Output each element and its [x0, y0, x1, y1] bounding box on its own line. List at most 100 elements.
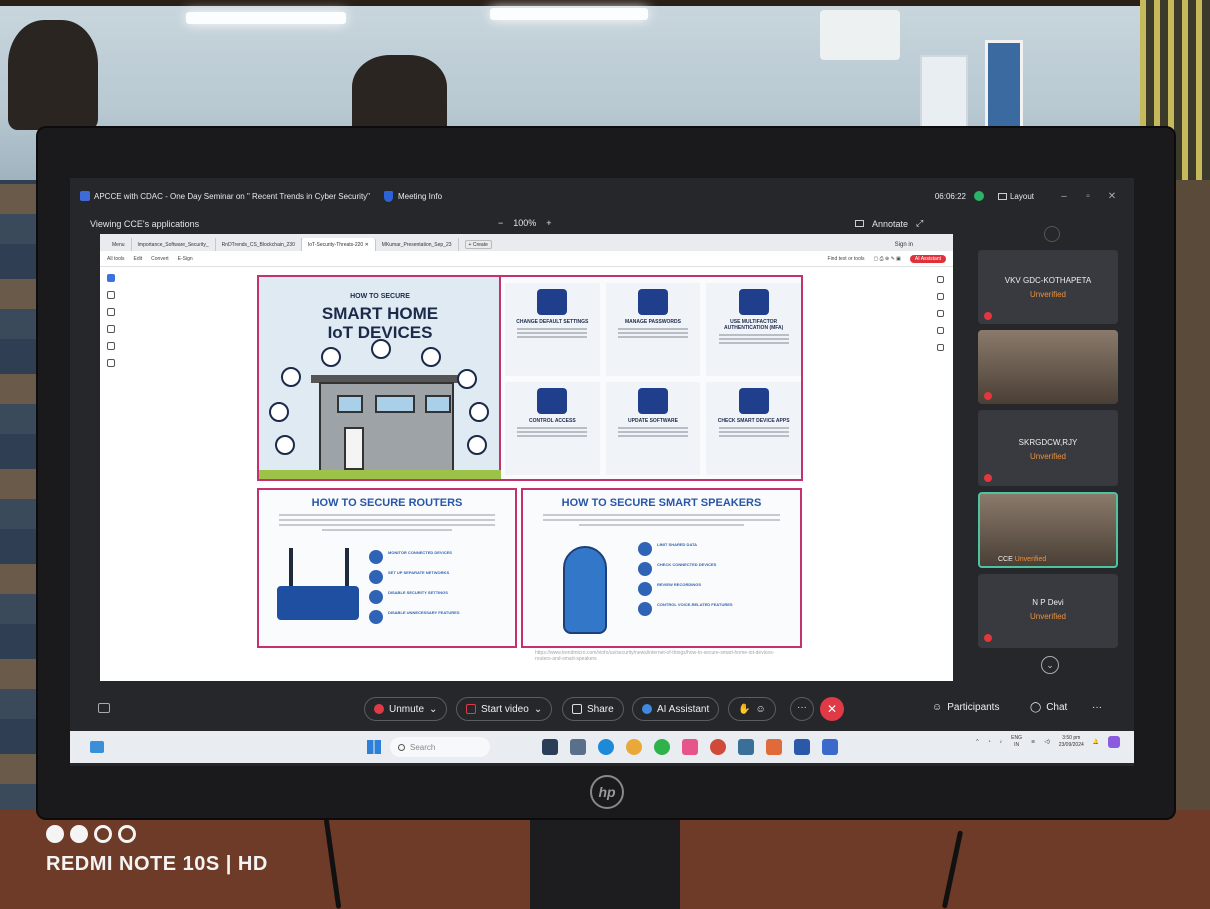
- comment-panel-icon[interactable]: [937, 293, 944, 300]
- convert-menu[interactable]: Convert: [151, 256, 169, 262]
- volume-icon[interactable]: ◁): [1044, 739, 1050, 745]
- expand-icon[interactable]: ⤢: [916, 218, 923, 229]
- taskview-icon[interactable]: [570, 739, 586, 755]
- routers-panel: HOW TO SECURE ROUTERS MONITOR CONNECTED …: [257, 488, 517, 648]
- panel-more-button[interactable]: ···: [1092, 702, 1102, 713]
- tab-menu[interactable]: Menu: [106, 238, 132, 251]
- taskbar-search[interactable]: Search: [390, 737, 490, 757]
- list-item-label: LIMIT SHARED DATA: [657, 542, 698, 547]
- zoom-out-button[interactable]: −: [498, 218, 503, 228]
- tab-label: RnDTrends_CS_Blockchain_230: [221, 241, 295, 248]
- edge-browser-icon[interactable]: [598, 739, 614, 755]
- notes-icon[interactable]: [822, 739, 838, 755]
- participant-tile[interactable]: N P Devi Unverified: [978, 574, 1118, 648]
- meeting-timer: 06:06:22: [934, 191, 966, 201]
- network-tray-icon[interactable]: ◔: [988, 739, 991, 745]
- camera-watermark: REDMI NOTE 10S | HD: [46, 825, 268, 876]
- tab-iot-security[interactable]: IoT-Security-Threats-220 ✕: [301, 238, 376, 251]
- tray-overflow-icon[interactable]: ^: [976, 739, 978, 745]
- photos-icon[interactable]: [738, 739, 754, 755]
- clock[interactable]: 3:50 pm 23/09/2024: [1059, 735, 1084, 749]
- region-label: IN: [1014, 742, 1020, 748]
- person-in-background: [352, 55, 447, 135]
- layers-icon[interactable]: [937, 344, 944, 351]
- smart-device-icon: [321, 347, 341, 367]
- meeting-info-button[interactable]: Meeting Info: [398, 192, 442, 201]
- notification-bell-icon[interactable]: 🔔: [1093, 739, 1099, 745]
- mic-tray-icon[interactable]: ♪: [1000, 739, 1003, 745]
- file-explorer-icon[interactable]: [542, 739, 558, 755]
- text-select-icon[interactable]: [107, 342, 115, 350]
- copy-icon[interactable]: [937, 327, 944, 334]
- unmute-button[interactable]: Unmute ⌄: [364, 697, 448, 721]
- screen-icon[interactable]: [855, 220, 864, 227]
- captions-icon[interactable]: [98, 703, 110, 713]
- tip-title: CHECK SMART DEVICE APPS: [717, 418, 790, 424]
- layout-button[interactable]: Layout: [997, 191, 1034, 201]
- thumbnail-icon[interactable]: [937, 276, 944, 283]
- close-icon[interactable]: ✕: [1100, 191, 1124, 202]
- draw-icon[interactable]: [107, 325, 115, 333]
- scroll-up-icon[interactable]: [1044, 226, 1060, 242]
- lens-icon: [46, 825, 64, 843]
- connection-status-icon: [973, 191, 984, 201]
- participant-tile[interactable]: VKV GDC-KOTHAPETA Unverified: [978, 250, 1118, 324]
- tab-rndtrends[interactable]: RnDTrends_CS_Blockchain_230: [216, 238, 302, 251]
- participants-button[interactable]: ☺ Participants: [932, 702, 999, 713]
- toolbar-icons[interactable]: ▢ ⎙ ⊕ ✎ ▣: [873, 256, 900, 262]
- ai-assistant-pdf-button[interactable]: AI Assistant: [909, 254, 946, 263]
- end-meeting-button[interactable]: ✕: [820, 697, 844, 721]
- sign-in-button[interactable]: Sign in: [895, 242, 913, 248]
- participant-video-tile[interactable]: [978, 330, 1118, 404]
- tab-importance-software[interactable]: Importance_Software_Security_: [132, 238, 216, 251]
- more-options-button[interactable]: ···: [790, 697, 814, 721]
- all-tools-menu[interactable]: All tools: [107, 256, 125, 262]
- chevron-down-icon[interactable]: ⌄: [1041, 656, 1059, 674]
- participant-tile[interactable]: SKRGDCW,RJY Unverified: [978, 410, 1118, 486]
- minimize-icon[interactable]: –: [1052, 191, 1076, 202]
- whatsapp-icon[interactable]: [654, 739, 670, 755]
- active-speaker-tile[interactable]: CCE Unverified: [978, 492, 1118, 568]
- router-antenna: [289, 548, 293, 588]
- highlight-icon[interactable]: [107, 308, 115, 316]
- widgets-icon[interactable]: [90, 741, 104, 753]
- language-indicator[interactable]: ENG IN: [1011, 735, 1022, 749]
- chrome-profile-icon[interactable]: [710, 739, 726, 755]
- tip-body: [617, 427, 688, 439]
- restore-icon[interactable]: ▫: [1076, 191, 1100, 202]
- stamp-icon[interactable]: [107, 359, 115, 367]
- tab-mkumar-presentation[interactable]: MKumar_Presentation_Sep_23: [376, 238, 459, 251]
- wifi-icon[interactable]: ≋: [1031, 739, 1035, 745]
- start-video-button[interactable]: Start video ⌄: [456, 697, 553, 721]
- layout-label: Layout: [1009, 191, 1034, 201]
- copilot-icon[interactable]: [1108, 736, 1120, 748]
- house-window: [425, 395, 451, 413]
- webex-taskbar-icon[interactable]: [794, 739, 810, 755]
- windows-start-icon[interactable]: [367, 740, 381, 754]
- document-icon: [638, 542, 652, 556]
- paint-icon[interactable]: [766, 739, 782, 755]
- snipping-tool-icon[interactable]: [682, 739, 698, 755]
- annotate-group: Annotate ⤢: [855, 218, 923, 229]
- esign-menu[interactable]: E-Sign: [178, 256, 193, 262]
- share-button[interactable]: Share: [562, 697, 624, 721]
- find-text-button[interactable]: Find text or tools: [828, 256, 865, 262]
- new-tab-button[interactable]: + Create: [464, 240, 492, 249]
- ai-assistant-button[interactable]: AI Assistant: [632, 697, 720, 721]
- annotate-button[interactable]: Annotate: [872, 219, 908, 229]
- zoom-in-button[interactable]: +: [546, 218, 551, 228]
- browser-tabbar: Menu Importance_Software_Security_ RnDTr…: [100, 234, 953, 251]
- bookmark-icon[interactable]: [937, 310, 944, 317]
- bookshelf: [0, 180, 40, 909]
- edit-menu[interactable]: Edit: [134, 256, 143, 262]
- tip-body: [718, 334, 789, 346]
- select-cursor-icon[interactable]: [107, 274, 115, 282]
- network-icon: [369, 570, 383, 584]
- reactions-button[interactable]: ✋ ☺: [728, 697, 776, 721]
- chat-button[interactable]: ◯ Chat: [1030, 702, 1067, 713]
- viewing-label: Viewing CCE's applications: [90, 219, 200, 229]
- chrome-icon[interactable]: [626, 739, 642, 755]
- participant-status: Unverified: [1029, 290, 1066, 299]
- comment-icon[interactable]: [107, 291, 115, 299]
- house-door: [344, 427, 364, 470]
